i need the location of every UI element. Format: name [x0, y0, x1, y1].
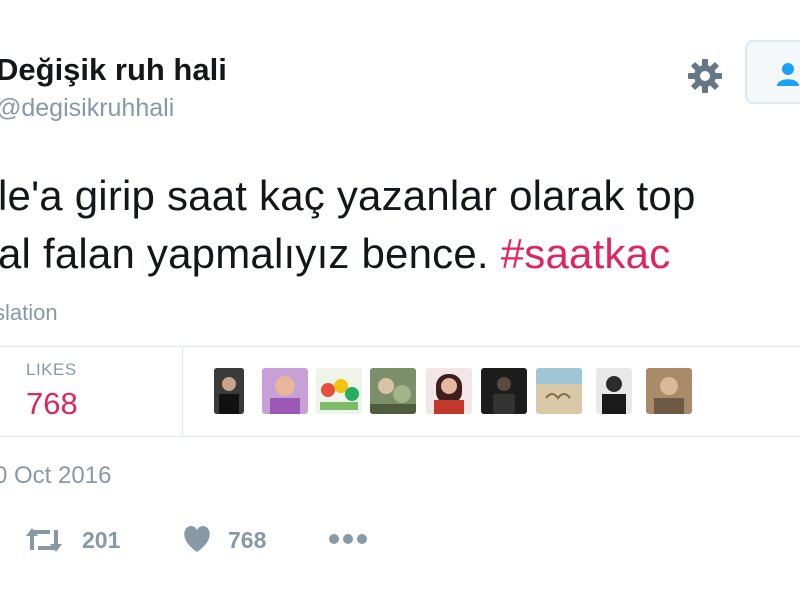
likes-count[interactable]: 768: [26, 386, 78, 422]
more-icon[interactable]: [328, 532, 368, 546]
tweet-text-line-1: le'a girip saat kaç yazanlar olarak top: [0, 172, 696, 219]
follow-person-icon: [777, 63, 799, 86]
follow-button[interactable]: [745, 40, 800, 104]
hashtag-link[interactable]: #saatkac: [501, 230, 671, 277]
liker-avatar[interactable]: [316, 368, 362, 414]
tweet-text-line-2: al falan yapmalıyız bence. #saatkac: [0, 230, 670, 278]
liker-avatar[interactable]: [426, 368, 472, 414]
username[interactable]: @degisikruhhali: [0, 94, 174, 123]
stats-divider: [182, 346, 183, 436]
divider: [0, 436, 800, 437]
heart-icon[interactable]: [182, 525, 212, 553]
liker-avatar[interactable]: [596, 368, 632, 414]
liker-avatar[interactable]: [481, 368, 527, 414]
tweet-date: 0 Oct 2016: [0, 462, 112, 489]
liker-avatar[interactable]: [214, 368, 244, 414]
retweet-icon[interactable]: [24, 526, 64, 554]
likes-label: LIKES: [26, 360, 77, 379]
divider: [0, 346, 800, 347]
translate-link[interactable]: slation: [0, 300, 58, 326]
liker-avatar[interactable]: [370, 368, 416, 414]
display-name[interactable]: Değişik ruh hali: [0, 52, 227, 88]
liker-avatar[interactable]: [646, 368, 692, 414]
liker-avatar[interactable]: [262, 368, 308, 414]
liker-avatar[interactable]: [536, 368, 582, 414]
tweet-text-line-2-body: al falan yapmalıyız bence.: [0, 230, 501, 277]
retweet-count: 201: [82, 527, 121, 553]
like-action-count: 768: [228, 527, 267, 553]
gear-icon[interactable]: [685, 56, 725, 96]
